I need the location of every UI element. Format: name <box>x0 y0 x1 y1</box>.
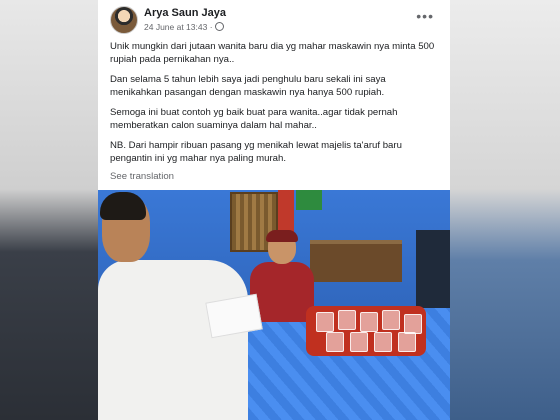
photo-glass <box>398 332 416 352</box>
photo-officiant-hair <box>100 192 146 220</box>
post-paragraph: NB. Dari hampir ribuan pasang yg menikah… <box>110 140 402 164</box>
author-avatar[interactable] <box>110 6 138 34</box>
photo-officiant-shirt <box>98 260 248 420</box>
more-options-button[interactable]: ••• <box>416 8 434 24</box>
photo-glass <box>374 332 392 352</box>
post-paragraph: Unik mungkin dari jutaan wanita baru dia… <box>110 41 435 65</box>
photo-document <box>205 293 263 339</box>
background-left <box>0 0 98 420</box>
post-header: Arya Saun Jaya 24 June at 13:43 · ••• <box>110 6 440 36</box>
photo-green-banner <box>296 190 322 210</box>
post-paragraph: Dan selama 5 tahun lebih saya jadi pengh… <box>110 74 386 98</box>
photo-shelf <box>310 240 402 282</box>
photo-officiant <box>98 190 278 420</box>
see-translation-link[interactable]: See translation <box>110 171 174 182</box>
author-name[interactable]: Arya Saun Jaya <box>144 7 226 19</box>
photo-glass <box>338 310 356 330</box>
photo-glass <box>326 332 344 352</box>
photo-glass <box>382 310 400 330</box>
post-meta: 24 June at 13:43 · <box>144 22 224 32</box>
globe-icon <box>214 22 224 31</box>
post-date[interactable]: 24 June at 13:43 · <box>144 22 213 32</box>
photo-glass <box>404 314 422 334</box>
photo-glass <box>350 332 368 352</box>
photo-tray <box>306 306 426 356</box>
photo-glass <box>360 312 378 332</box>
post-photo[interactable] <box>98 190 450 420</box>
facebook-post-card: Arya Saun Jaya 24 June at 13:43 · ••• Un… <box>98 0 450 420</box>
background-right <box>450 0 560 420</box>
post-paragraph: Semoga ini buat contoh yg baik buat para… <box>110 107 398 131</box>
post-body: Unik mungkin dari jutaan wanita baru dia… <box>110 40 440 172</box>
photo-glass <box>316 312 334 332</box>
